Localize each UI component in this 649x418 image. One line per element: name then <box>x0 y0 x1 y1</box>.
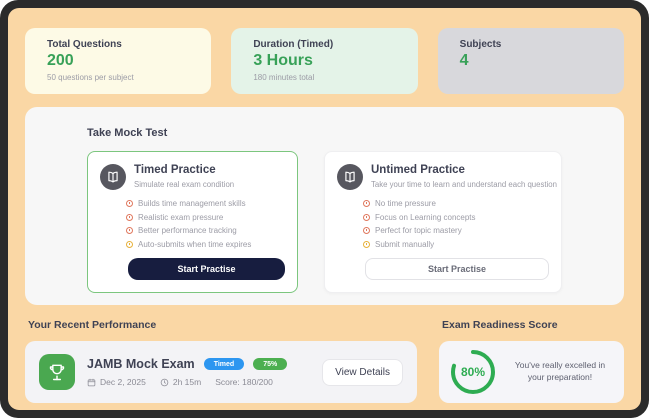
exam-name: JAMB Mock Exam <box>87 357 195 371</box>
exam-date: Dec 2, 2025 <box>87 377 146 387</box>
stat-note: 180 minutes total <box>253 73 395 82</box>
take-mock-test-panel: Take Mock Test Timed Practice Si <box>25 107 624 305</box>
feature-text: Perfect for topic mastery <box>375 226 462 235</box>
stat-label: Subjects <box>460 39 602 50</box>
clock-icon <box>126 227 133 234</box>
exam-title-row: JAMB Mock Exam Timed 75% <box>87 357 287 371</box>
exam-info: JAMB Mock Exam Timed 75% Dec 2, 2025 <box>87 357 287 387</box>
exam-result-card: JAMB Mock Exam Timed 75% Dec 2, 2025 <box>25 341 417 403</box>
feature-item: Better performance tracking <box>126 226 285 235</box>
recent-performance-section: Your Recent Performance JAMB Mock Exam <box>25 317 417 403</box>
exam-meta-row: Dec 2, 2025 2h 15m Score: 180/200 <box>87 377 287 387</box>
stat-label: Duration (Timed) <box>253 39 395 50</box>
feature-item: Auto-submits when time expires <box>126 240 285 249</box>
feature-item: Realistic exam pressure <box>126 213 285 222</box>
clock-icon <box>160 378 169 387</box>
card-heading: Timed Practice Simulate real exam condit… <box>134 164 234 189</box>
exam-duration: 2h 15m <box>160 377 201 387</box>
clock-icon <box>363 227 370 234</box>
feature-text: Auto-submits when time expires <box>138 240 251 249</box>
untimed-practice-card: Untimed Practice Take your time to learn… <box>324 151 562 293</box>
readiness-progress-ring: 80% <box>449 348 497 396</box>
view-details-button[interactable]: View Details <box>322 359 403 386</box>
feature-text: Builds time management skills <box>138 199 246 208</box>
stat-card-total-questions: Total Questions 200 50 questions per sub… <box>25 28 211 94</box>
exam-readiness-section: Exam Readiness Score 80% You've really e… <box>439 317 624 403</box>
feature-text: Submit manually <box>375 240 434 249</box>
panel-title: Take Mock Test <box>87 127 562 139</box>
feature-text: Better performance tracking <box>138 226 237 235</box>
book-icon <box>337 164 363 190</box>
stat-label: Total Questions <box>47 39 189 50</box>
card-header: Untimed Practice Take your time to learn… <box>337 164 549 190</box>
exam-duration-text: 2h 15m <box>173 377 201 387</box>
practice-title: Timed Practice <box>134 164 234 178</box>
trophy-icon <box>39 354 75 390</box>
stat-value: 3 Hours <box>253 52 395 70</box>
calendar-icon <box>87 378 96 387</box>
feature-list: Builds time management skills Realistic … <box>126 199 285 249</box>
start-timed-practice-button[interactable]: Start Practise <box>128 258 285 280</box>
clock-icon <box>363 214 370 221</box>
device-frame: Total Questions 200 50 questions per sub… <box>0 0 649 418</box>
feature-item: Focus on Learning concepts <box>363 213 549 222</box>
clock-icon <box>363 241 370 248</box>
exam-date-text: Dec 2, 2025 <box>100 377 146 387</box>
practice-title: Untimed Practice <box>371 164 557 178</box>
card-header: Timed Practice Simulate real exam condit… <box>100 164 285 190</box>
feature-item: No time pressure <box>363 199 549 208</box>
clock-icon <box>126 214 133 221</box>
readiness-message: You've really excelled in your preparati… <box>506 360 614 384</box>
readiness-percent: 80% <box>449 348 497 396</box>
feature-text: Focus on Learning concepts <box>375 213 476 222</box>
mode-badge: Timed <box>204 358 245 370</box>
clock-icon <box>126 200 133 207</box>
exam-score: Score: 180/200 <box>215 377 273 387</box>
exam-readiness-title: Exam Readiness Score <box>442 319 624 331</box>
feature-item: Builds time management skills <box>126 199 285 208</box>
feature-text: Realistic exam pressure <box>138 213 223 222</box>
exam-score-text: Score: 180/200 <box>215 377 273 387</box>
feature-text: No time pressure <box>375 199 436 208</box>
app-screen: Total Questions 200 50 questions per sub… <box>8 8 641 410</box>
book-icon <box>100 164 126 190</box>
score-badge: 75% <box>253 358 287 370</box>
stat-card-duration: Duration (Timed) 3 Hours 180 minutes tot… <box>231 28 417 94</box>
feature-item: Submit manually <box>363 240 549 249</box>
clock-icon <box>126 241 133 248</box>
stats-row: Total Questions 200 50 questions per sub… <box>25 28 624 94</box>
practice-subtitle: Simulate real exam condition <box>134 180 234 189</box>
stat-value: 200 <box>47 52 189 70</box>
practice-subtitle: Take your time to learn and understand e… <box>371 180 557 189</box>
start-untimed-practice-button[interactable]: Start Practise <box>365 258 549 280</box>
clock-icon <box>363 200 370 207</box>
bottom-row: Your Recent Performance JAMB Mock Exam <box>25 317 624 403</box>
stat-card-subjects: Subjects 4 <box>438 28 624 94</box>
timed-practice-card: Timed Practice Simulate real exam condit… <box>87 151 298 293</box>
readiness-card: 80% You've really excelled in your prepa… <box>439 341 624 403</box>
feature-list: No time pressure Focus on Learning conce… <box>363 199 549 249</box>
feature-item: Perfect for topic mastery <box>363 226 549 235</box>
recent-performance-title: Your Recent Performance <box>28 319 417 331</box>
practice-row: Timed Practice Simulate real exam condit… <box>87 151 562 293</box>
card-heading: Untimed Practice Take your time to learn… <box>371 164 557 189</box>
stat-value: 4 <box>460 52 602 70</box>
stat-note: 50 questions per subject <box>47 73 189 82</box>
